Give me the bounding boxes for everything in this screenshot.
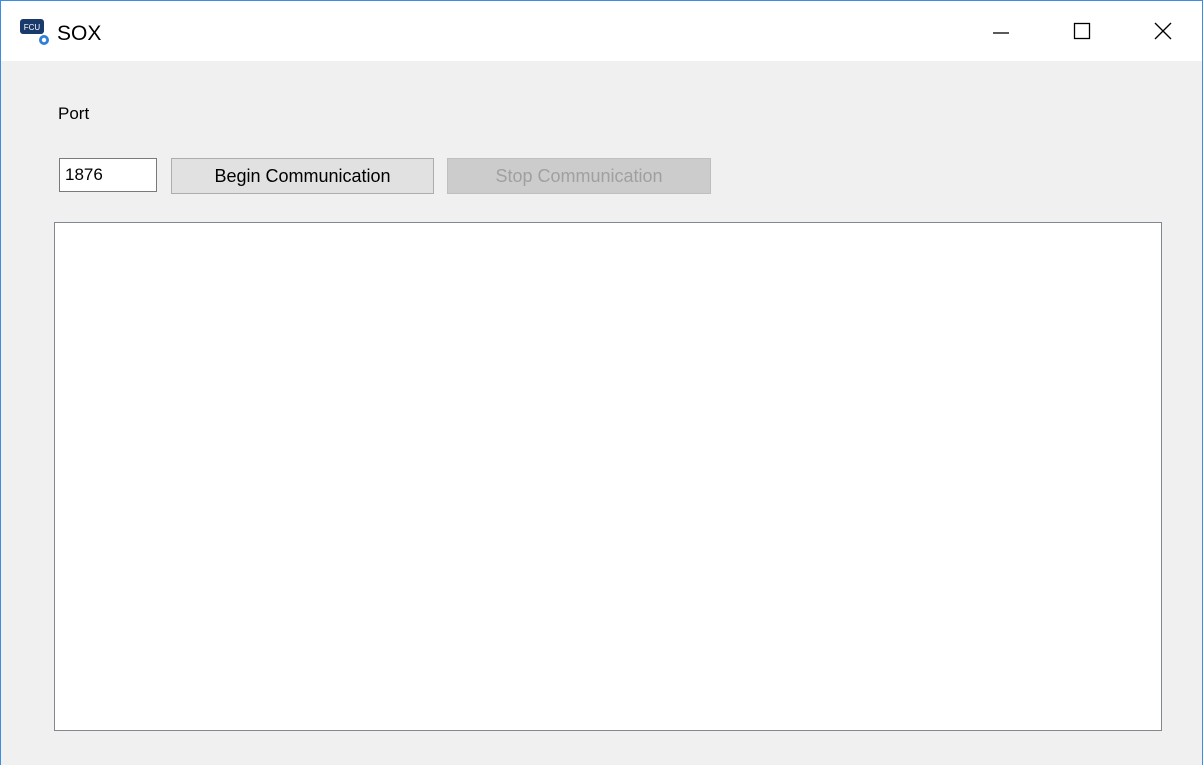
minimize-icon (993, 32, 1009, 34)
maximize-icon (1073, 22, 1091, 40)
title-bar[interactable]: FCU SOX (1, 1, 1202, 61)
begin-communication-button[interactable]: Begin Communication (171, 158, 434, 194)
stop-communication-label: Stop Communication (495, 165, 663, 186)
begin-communication-label: Begin Communication (214, 165, 391, 186)
minimize-button[interactable] (978, 1, 1024, 61)
port-input[interactable] (59, 158, 157, 192)
maximize-button[interactable] (1059, 1, 1105, 61)
window-title: SOX (57, 22, 102, 45)
stop-communication-button: Stop Communication (447, 158, 711, 194)
close-button[interactable] (1140, 1, 1186, 61)
port-label: Port (58, 104, 90, 123)
communication-log[interactable] (54, 222, 1162, 731)
close-icon (1154, 22, 1172, 40)
app-window: FCU SOX Port Begin Communication (0, 0, 1203, 765)
svg-text:FCU: FCU (24, 23, 41, 32)
app-icon: FCU (20, 19, 50, 47)
